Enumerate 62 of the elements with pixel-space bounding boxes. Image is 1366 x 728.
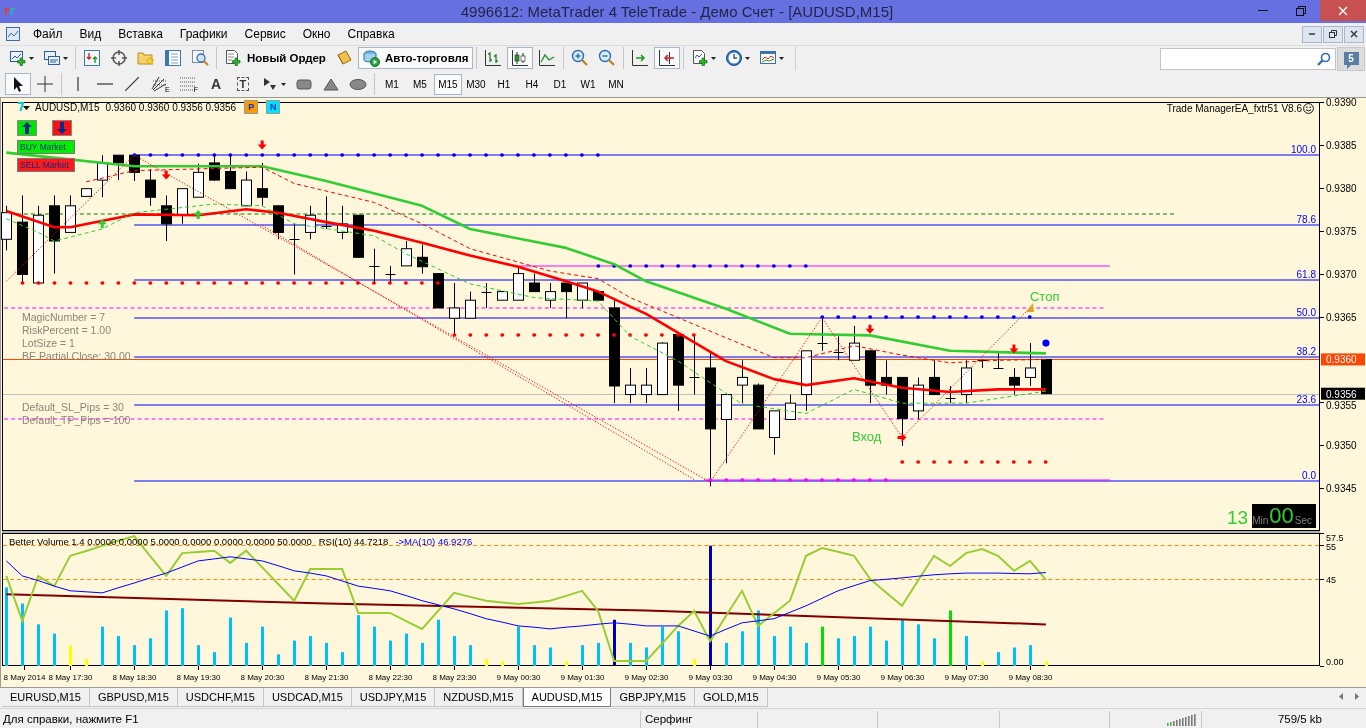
time-axis-label: 8 May 19:30 bbox=[176, 673, 221, 682]
level-label: 50.0 bbox=[1296, 307, 1316, 318]
price-axis-label: 0.9375 bbox=[1326, 226, 1357, 237]
price-axis-label: 0.9355 bbox=[1326, 400, 1357, 412]
traffic-text: 759/5 kb bbox=[1277, 713, 1322, 725]
window-title: 4996612: MetaTrader 4 TeleTrade - Демо Счет - [AUDUSD,M15] bbox=[460, 3, 894, 20]
time-axis-label: 9 May 05:30 bbox=[816, 673, 861, 682]
setting-text: Default_SL_Pips = 30 bbox=[22, 401, 125, 414]
time-axis-label: 8 May 17:30 bbox=[48, 673, 93, 682]
time-axis-label: 8 May 20:30 bbox=[240, 673, 285, 682]
price-axis-label: 0.9380 bbox=[1326, 183, 1357, 194]
time-axis-label: 8 May 23:30 bbox=[432, 673, 477, 682]
ref-line-label: 0.9360 bbox=[1326, 354, 1358, 366]
time-axis-label: 9 May 06:30 bbox=[880, 673, 925, 682]
status-text: Для справки, нажмите F1 bbox=[3, 713, 139, 725]
price-tag: 0.9360 bbox=[1321, 353, 1365, 366]
profile-name: Серфинг bbox=[645, 713, 693, 725]
setting-text: RiskPercent = 1.00 bbox=[22, 324, 112, 337]
time-axis-label: 9 May 08:30 bbox=[1008, 673, 1053, 682]
time-axis-label: 8 May 21:30 bbox=[304, 673, 349, 682]
price-tag: 0.9356 bbox=[1321, 387, 1365, 400]
chart-symbol: AUDUSD,M15 bbox=[35, 101, 100, 113]
level-label: 0.0 bbox=[1302, 470, 1316, 481]
level-label: 78.6 bbox=[1296, 214, 1316, 225]
timer-minutes: 13 bbox=[1227, 508, 1249, 528]
level-label: 38.2 bbox=[1296, 346, 1316, 357]
ref-line-label: 0.9356 bbox=[1326, 388, 1358, 400]
price-axis-label: 0.9365 bbox=[1326, 312, 1357, 323]
level-label: 61.8 bbox=[1296, 269, 1316, 280]
indicator-axis-label: 45 bbox=[1326, 574, 1336, 585]
indicator-axis-label: 57.5 bbox=[1326, 532, 1344, 543]
time-axis-label: 9 May 02:30 bbox=[624, 673, 669, 682]
time-axis-label: 9 May 04:30 bbox=[752, 673, 797, 682]
time-axis-label: 9 May 03:30 bbox=[688, 673, 733, 682]
time-axis-label: 8 May 18:30 bbox=[112, 673, 157, 682]
chart-annotation: Стоп bbox=[1029, 289, 1060, 305]
chart-annotation: Вход bbox=[851, 428, 882, 444]
time-axis-label: 8 May 22:30 bbox=[368, 673, 413, 682]
expert-name: Trade ManagerEA_fxtr51 V8.6 bbox=[1166, 103, 1302, 114]
time-axis-label: 9 May 01:30 bbox=[560, 673, 605, 682]
price-axis-label: 0.9350 bbox=[1326, 440, 1357, 451]
timer-seconds: 00 bbox=[1269, 505, 1294, 527]
setting-text: LotSize = 1 bbox=[22, 337, 76, 350]
indicator-axis-label: 0.00 bbox=[1326, 656, 1344, 667]
time-axis-label: 9 May 07:30 bbox=[944, 673, 989, 682]
time-axis-label: 9 May 00:30 bbox=[496, 673, 541, 682]
timer-unit: Sec bbox=[1294, 515, 1312, 527]
indicator-legend: ->MA(10) 46.9276 bbox=[395, 536, 473, 547]
setting-text: MagicNumber = 7 bbox=[22, 311, 107, 324]
price-quote: 0.9360 0.9360 0.9356 0.9356 bbox=[105, 101, 237, 113]
price-axis-label: 0.9370 bbox=[1326, 269, 1357, 280]
setting-text: Default_TP_Pips = 100 bbox=[22, 414, 131, 427]
indicator-legend: RSI(10) 44.7218 bbox=[318, 536, 389, 547]
indicator-axis-label: 55 bbox=[1326, 542, 1336, 553]
price-axis-label: 0.9390 bbox=[1326, 97, 1357, 108]
level-label: 23.6 bbox=[1296, 394, 1316, 405]
time-axis-label: 8 May 2014 bbox=[3, 673, 46, 682]
price-axis-label: 0.9345 bbox=[1326, 483, 1357, 494]
price-axis-label: 0.9385 bbox=[1326, 140, 1357, 151]
timer-unit: Min bbox=[1252, 515, 1269, 527]
level-label: 100.0 bbox=[1290, 144, 1316, 155]
setting-text: BE Partial Close: 30.00 bbox=[22, 350, 131, 363]
